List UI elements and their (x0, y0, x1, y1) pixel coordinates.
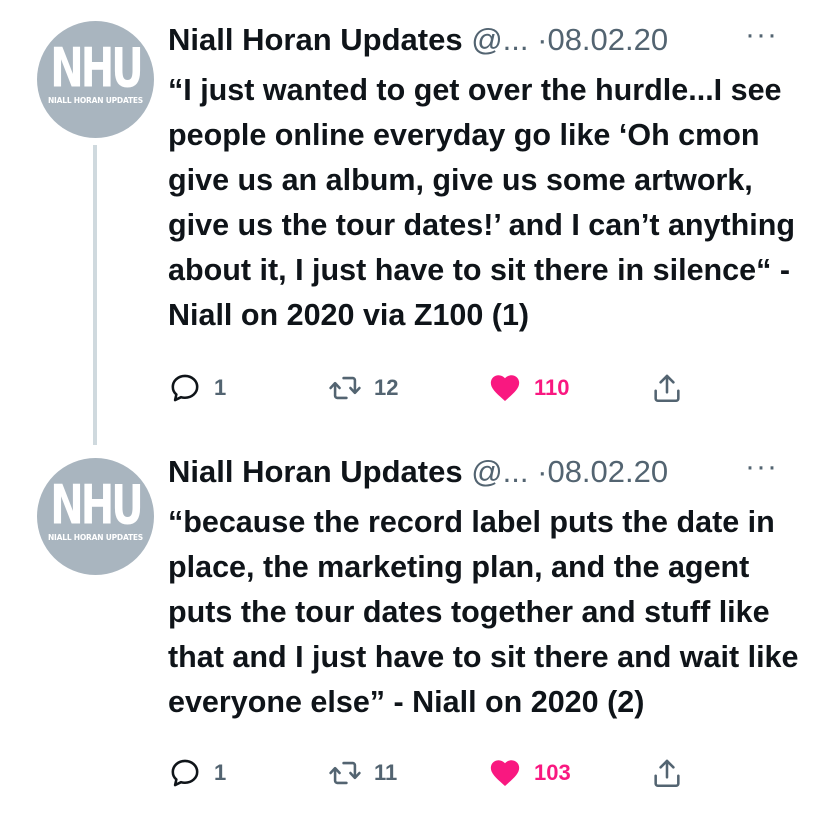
tweet-date[interactable]: 08.02.20 (547, 22, 668, 57)
retweet-count: 12 (374, 375, 399, 400)
tweet-text: “I just wanted to get over the hurdle...… (168, 73, 796, 332)
tweet-header: Niall Horan Updates @... ·08.02.20 (168, 452, 668, 492)
heart-icon (490, 760, 520, 787)
share-icon (654, 374, 680, 403)
reply-icon (171, 374, 199, 402)
avatar-logo-text: NHU (50, 37, 143, 101)
retweet-icon (329, 761, 361, 785)
author-name[interactable]: Niall Horan Updates (168, 22, 463, 57)
retweet-count: 11 (374, 760, 398, 785)
reply-button[interactable]: 1 (168, 368, 226, 408)
share-button[interactable] (650, 753, 684, 793)
author-handle[interactable]: @... (471, 22, 528, 57)
avatar-logo-text: NHU (50, 474, 143, 538)
reply-count: 1 (214, 375, 227, 400)
avatar-logo-subtext: NIALL HORAN UPDATES (47, 533, 144, 542)
reply-button[interactable]: 1 (168, 753, 226, 793)
retweet-button[interactable]: 12 (328, 368, 398, 408)
avatar[interactable]: NHU NIALL HORAN UPDATES (37, 21, 154, 138)
like-count: 103 (534, 760, 571, 785)
retweet-icon (329, 376, 361, 400)
thread-connector-line (93, 145, 97, 445)
header-separator: · (537, 454, 548, 489)
like-button[interactable]: 103 (488, 753, 571, 793)
more-options-button[interactable]: ··· (745, 452, 778, 482)
tweet-header: Niall Horan Updates @... ·08.02.20 (168, 20, 668, 60)
author-name[interactable]: Niall Horan Updates (168, 454, 463, 489)
reply-icon (171, 759, 199, 787)
tweet[interactable]: NHU NIALL HORAN UPDATES Niall Horan Upda… (0, 448, 828, 827)
header-separator: · (537, 22, 548, 57)
tweet-date[interactable]: 08.02.20 (547, 454, 668, 489)
avatar-logo-subtext: NIALL HORAN UPDATES (47, 96, 144, 105)
author-handle[interactable]: @... (471, 454, 528, 489)
like-button[interactable]: 110 (488, 368, 570, 408)
avatar[interactable]: NHU NIALL HORAN UPDATES (37, 458, 154, 575)
retweet-button[interactable]: 11 (328, 753, 397, 793)
tweet[interactable]: NHU NIALL HORAN UPDATES Niall Horan Upda… (0, 0, 828, 448)
tweet-actions: 1 11 103 (168, 753, 688, 793)
share-icon (654, 759, 680, 788)
reply-count: 1 (214, 760, 227, 785)
tweet-text: “because the record label puts the date … (168, 505, 799, 719)
more-options-button[interactable]: ··· (745, 20, 778, 50)
tweet-actions: 1 12 110 (168, 368, 688, 408)
share-button[interactable] (650, 368, 684, 408)
like-count: 110 (534, 375, 570, 400)
heart-icon (490, 375, 520, 402)
